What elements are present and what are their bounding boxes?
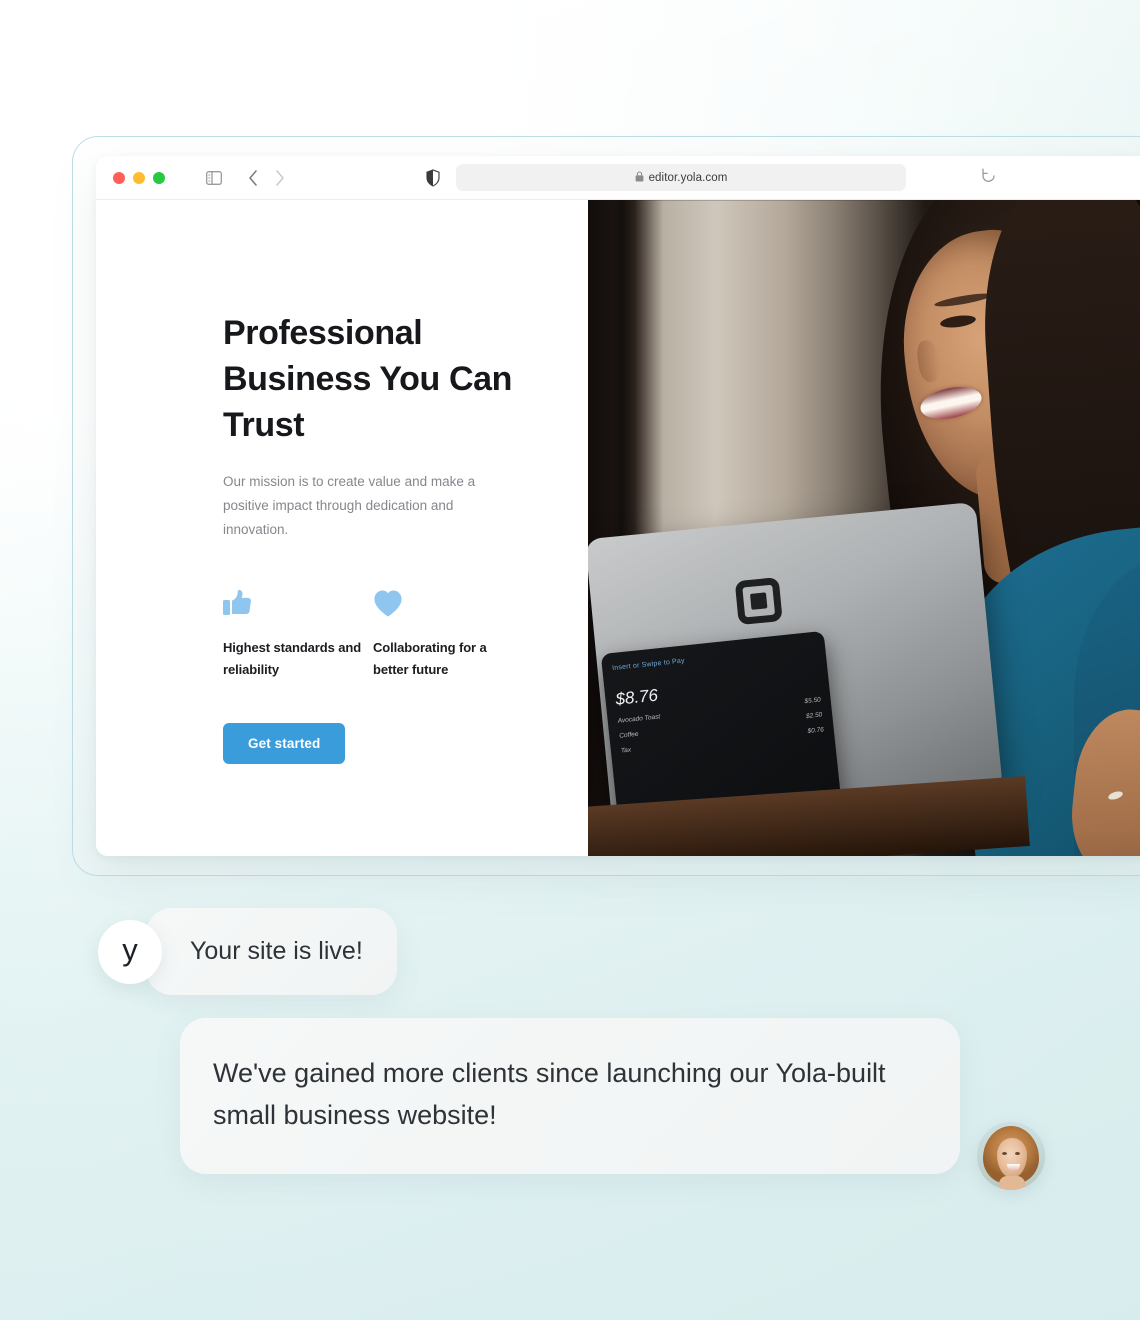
zoom-window-button[interactable]	[153, 171, 165, 184]
chevron-left-icon[interactable]	[248, 169, 258, 186]
chat-bubble: We've gained more clients since launchin…	[180, 1018, 960, 1174]
hero-subtitle: Our mission is to create value and make …	[223, 474, 476, 537]
browser-window: editor.yola.com Professional Business Yo…	[96, 156, 1140, 856]
page-title: Professional Business You Can Trust	[223, 314, 512, 444]
chat-message-row: We've gained more clients since launchin…	[180, 1018, 1045, 1190]
pos-item-price: $0.76	[807, 726, 825, 736]
browser-toolbar: editor.yola.com	[96, 156, 1140, 200]
yola-logo-letter: y	[122, 932, 138, 967]
shield-privacy-icon[interactable]	[426, 169, 440, 187]
pos-item-price: $5.50	[804, 696, 822, 706]
heart-icon	[373, 589, 523, 618]
pos-item-name: Avocado Toast	[617, 713, 661, 725]
customer-photo-avatar	[977, 1122, 1045, 1190]
lock-icon	[635, 169, 644, 187]
chat-bubble: Your site is live!	[146, 908, 397, 995]
square-logo-icon	[734, 577, 783, 626]
chat-message-row: y Your site is live!	[98, 908, 397, 995]
close-window-button[interactable]	[113, 171, 125, 184]
pos-item-name: Tax	[620, 746, 632, 755]
sidebar-toggle-icon[interactable]	[206, 170, 222, 185]
feature-item: Highest standards and reliability	[223, 589, 373, 680]
feature-item: Collaborating for a better future	[373, 589, 523, 680]
feature-label: Highest standards and reliability	[223, 640, 362, 677]
url-text: editor.yola.com	[648, 171, 728, 184]
feature-list: Highest standards and reliability Collab…	[223, 589, 523, 680]
address-bar[interactable]: editor.yola.com	[456, 164, 906, 191]
yola-logo-avatar: y	[98, 919, 162, 984]
minimize-window-button[interactable]	[133, 171, 145, 184]
reload-icon[interactable]	[981, 168, 996, 189]
site-canvas: Professional Business You Can Trust Our …	[96, 200, 1140, 856]
window-controls[interactable]	[113, 171, 165, 184]
chevron-right-icon[interactable]	[275, 169, 285, 186]
hero-text-column: Professional Business You Can Trust Our …	[96, 200, 588, 856]
get-started-button[interactable]: Get started	[223, 723, 346, 764]
feature-label: Collaborating for a better future	[373, 640, 487, 677]
pos-item-name: Coffee	[618, 730, 639, 740]
hero-photo: Insert or Swipe to Pay $8.76 Avocado Toa…	[588, 200, 1140, 856]
pos-item-price: $2.50	[805, 711, 823, 721]
thumbs-up-icon	[223, 589, 373, 618]
